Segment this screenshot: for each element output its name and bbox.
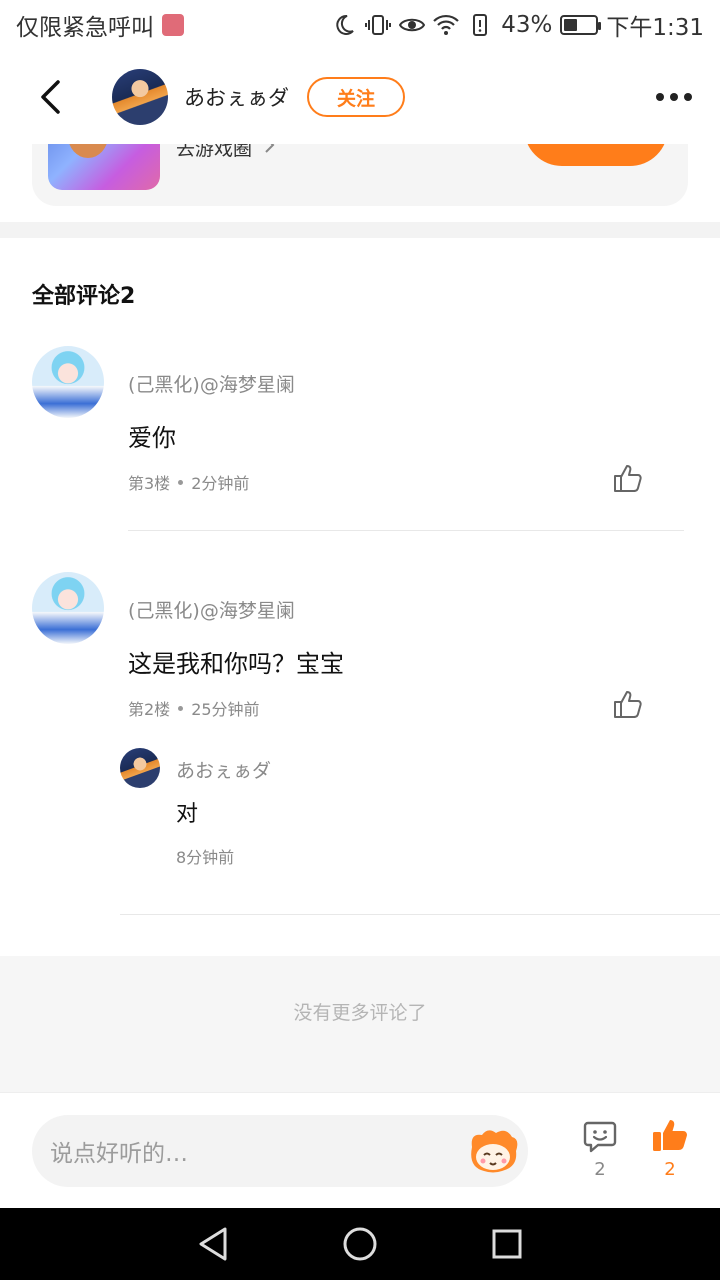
comment-count: 2 [594,1159,606,1180]
commenter-avatar[interactable] [32,346,104,418]
author-name[interactable]: あおぇぁダ [184,82,289,112]
comment-input-bar: 说点好听的… 2 2 [0,1092,720,1208]
comment-floor: 第2楼 [128,700,171,719]
back-button[interactable] [28,75,72,119]
comment-input[interactable]: 说点好听的… [32,1115,528,1187]
eye-icon [399,12,426,38]
commenter-avatar[interactable] [32,572,104,644]
more-button[interactable] [656,93,692,101]
vibrate-icon [365,12,392,38]
status-left: 仅限紧急呼叫 [16,8,184,42]
comment-bubble-icon [583,1121,617,1153]
nav-back-button[interactable] [193,1224,233,1264]
comment-text: 这是我和你吗？宝宝 [128,650,344,678]
reply-author-avatar[interactable] [120,748,160,788]
comment-meta: 第2楼 25分钟前 [128,696,260,720]
meta-separator-dot [178,705,184,711]
reply-text: 对 [176,802,199,827]
nav-home-icon [343,1227,377,1261]
comment-text: 爱你 [128,424,176,452]
like-count: 2 [664,1159,676,1180]
sim-icon [162,14,184,36]
back-arrow-icon [41,80,60,114]
no-more-comments: 没有更多评论了 [0,956,720,1092]
thumbs-up-filled-icon [653,1120,687,1151]
comment-input-placeholder: 说点好听的… [50,1141,188,1167]
comments-count-button[interactable]: 2 [578,1119,622,1180]
battery-alert-icon [467,12,493,38]
header: あおぇぁダ 关注 [0,50,720,144]
nav-home-button[interactable] [340,1224,380,1264]
nav-recents-button[interactable] [487,1224,527,1264]
more-dots-icon [684,93,692,101]
like-post-button[interactable]: 2 [648,1117,692,1180]
comment-time: 2分钟前 [191,474,250,493]
comment-meta: 第3楼 2分钟前 [128,470,249,494]
clock: 下午1:31 [606,15,704,41]
reply-author[interactable]: あおぇぁダ [176,756,271,783]
meta-separator-dot [178,479,184,485]
comment-divider [128,530,684,531]
follow-button[interactable]: 关注 [307,77,405,117]
mascot-icon[interactable] [466,1127,520,1175]
comments-title: 全部评论2 [32,284,136,309]
battery-percent: 43% [501,12,553,38]
comment-floor: 第3楼 [128,474,171,493]
post-detail-page: 仅限紧急呼叫 43% 下午1:31 去游戏圈 あおぇぁダ 关注 全部评论2 (己… [0,0,720,1280]
system-nav-bar [0,1208,720,1280]
more-dots-icon [670,93,678,101]
status-bar: 仅限紧急呼叫 43% 下午1:31 [0,0,720,50]
reply-time: 8分钟前 [176,848,235,867]
comment-divider [120,914,720,915]
author-avatar[interactable] [112,69,168,125]
nav-back-icon [199,1227,227,1261]
thumbs-up-icon[interactable] [612,462,644,494]
battery-fill [564,19,578,31]
nav-recents-icon [492,1229,522,1259]
wifi-icon [433,12,459,38]
battery-icon [560,15,602,35]
more-dots-icon [656,93,664,101]
carrier-text: 仅限紧急呼叫 [16,15,154,41]
comment-author[interactable]: (己黑化)@海梦星阑 [128,596,295,623]
moon-icon [331,12,357,38]
section-separator [0,222,720,238]
comment-author[interactable]: (己黑化)@海梦星阑 [128,370,295,397]
comment-time: 25分钟前 [191,700,260,719]
thumbs-up-icon[interactable] [612,688,644,720]
status-right: 43% 下午1:31 [331,8,704,42]
